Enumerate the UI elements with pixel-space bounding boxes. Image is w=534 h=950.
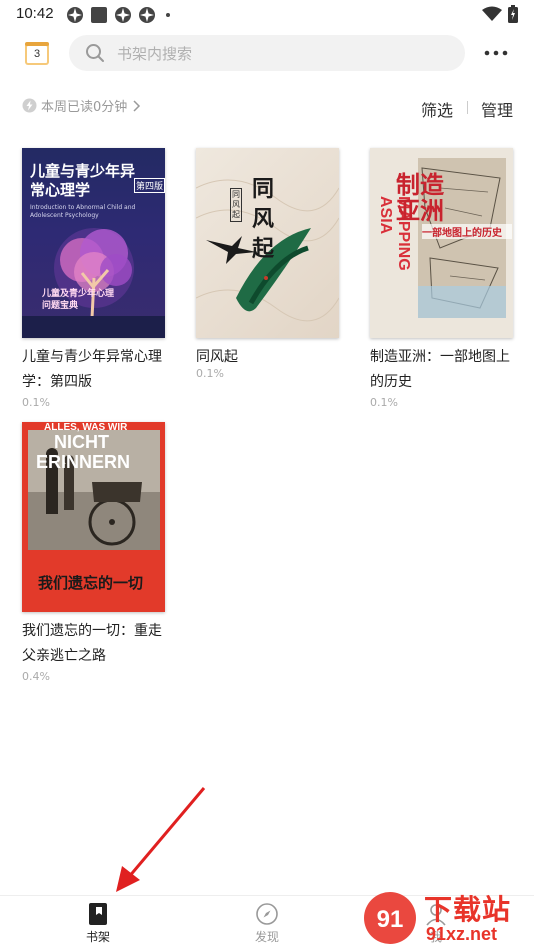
notification-icons <box>66 6 170 24</box>
search-icon <box>86 44 104 62</box>
reading-calendar-icon[interactable]: 3 <box>24 40 50 66</box>
calendar-day: 3 <box>33 48 41 60</box>
reading-time-label: 本周已读0分钟 <box>41 100 128 115</box>
chevron-right-icon <box>133 99 141 112</box>
cover-edition: 第四版 <box>134 178 165 193</box>
search-input[interactable]: 书架内搜索 <box>69 35 465 71</box>
book-cover[interactable]: ALLES, WAS WIR NICHT ERINNERN 我们遗忘的一切 <box>22 422 165 612</box>
status-bar: 10:42 <box>0 0 534 28</box>
more-options-icon[interactable] <box>482 43 510 63</box>
more-notifications-dot <box>166 13 170 17</box>
tab-bookshelf-label: 书架 <box>85 930 110 944</box>
watermark: 91 下载站 91xz.net <box>360 882 534 950</box>
red-arrow-annotation <box>116 787 206 892</box>
filter-button[interactable]: 筛选 <box>421 97 453 121</box>
lightning-icon <box>22 98 37 113</box>
app-notification-icon <box>139 7 155 23</box>
book-title[interactable]: 我们遗忘的一切：重走父亲逃亡之路 <box>22 619 172 669</box>
tab-discover-label: 发现 <box>254 930 279 944</box>
book-progress: 0.1% <box>22 396 50 409</box>
book-progress: 0.1% <box>370 396 398 409</box>
watermark-logo-text: 91 <box>377 906 404 933</box>
divider <box>467 101 468 114</box>
cover-tagline: 儿童及青少年心理问题宝典 <box>42 289 115 311</box>
book-cover[interactable]: MAPPING ASIA 制造亚洲 一部地图上的历史 <box>370 148 513 338</box>
watermark-logo-icon: 91 <box>364 892 416 944</box>
search-placeholder: 书架内搜索 <box>117 45 193 63</box>
book-progress: 0.1% <box>196 367 224 380</box>
square-notification-icon <box>91 7 107 23</box>
watermark-brand: 下载站 <box>424 893 512 926</box>
tab-discover[interactable]: 发现 <box>237 902 297 945</box>
app-notification-icon <box>115 7 131 23</box>
cover-german-line3: ERINNERN <box>36 452 131 472</box>
app-notification-icon <box>67 7 83 23</box>
battery-icon <box>508 5 518 23</box>
compass-icon <box>256 903 278 925</box>
cover-subtitle: 一部地图上的历史 <box>422 224 512 239</box>
book-title[interactable]: 制造亚洲：一部地图上的历史 <box>370 345 520 395</box>
watermark-url: 91xz.net <box>426 924 498 944</box>
cover-small-title: 同风起 <box>230 188 242 222</box>
status-time: 10:42 <box>16 5 54 22</box>
book-title[interactable]: 儿童与青少年异常心理学：第四版 <box>22 345 172 395</box>
wifi-icon <box>482 6 502 21</box>
cover-title: 同风起 <box>252 176 275 262</box>
book-cover[interactable]: 同风起 同风起 <box>196 148 339 338</box>
cover-german-line2: NICHT <box>54 432 109 452</box>
book-progress: 0.4% <box>22 670 50 683</box>
book-cover[interactable]: 儿童与青少年异常心理学 第四版 Introduction to Abnormal… <box>22 148 165 338</box>
cover-title: 制造亚洲 <box>396 171 444 225</box>
system-status-icons <box>482 5 518 23</box>
cover-title: 儿童与青少年异常心理学 <box>30 162 136 199</box>
cover-english: Introduction to Abnormal Child and Adole… <box>30 204 136 219</box>
weekly-reading-summary[interactable]: 本周已读0分钟 <box>22 96 141 115</box>
cover-title: 我们遗忘的一切 <box>38 574 144 592</box>
manage-button[interactable]: 管理 <box>481 97 513 121</box>
tab-bookshelf[interactable]: 书架 <box>68 902 128 945</box>
bookmark-icon <box>89 903 107 925</box>
